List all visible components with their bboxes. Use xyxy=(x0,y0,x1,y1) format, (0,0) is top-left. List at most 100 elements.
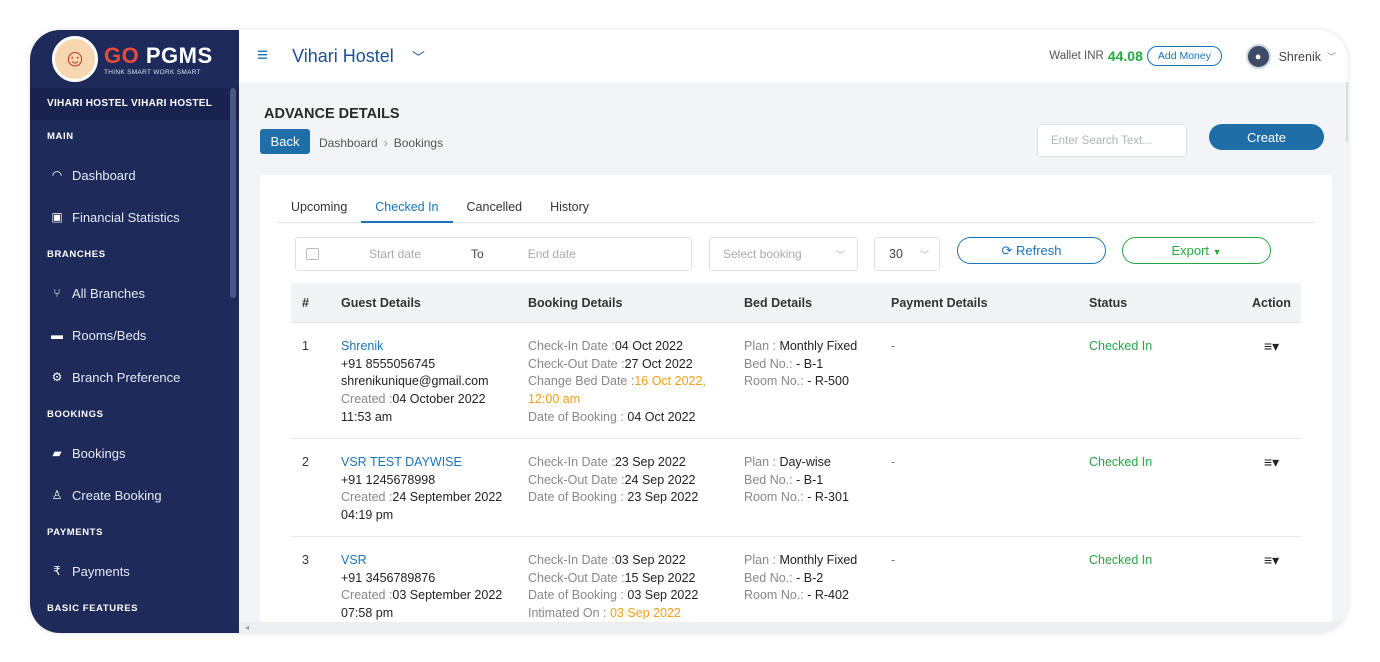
checkout-date: 27 Oct 2022 xyxy=(624,356,693,371)
guest-name-link[interactable]: VSR TEST DAYWISE xyxy=(341,454,502,472)
sidebar-item-branch-preference[interactable]: ⚙ Branch Preference xyxy=(30,356,239,398)
bed-icon: ▬ xyxy=(51,328,63,342)
tab-upcoming[interactable]: Upcoming xyxy=(277,196,361,223)
section-bookings: BOOKINGS xyxy=(47,409,104,420)
status-badge: Checked In xyxy=(1089,455,1153,469)
start-date-field[interactable]: Start date xyxy=(369,247,421,261)
breadcrumb-current: Bookings xyxy=(393,136,444,150)
sidebar-item-label: Rooms/Beds xyxy=(72,327,147,343)
book-icon: ▰ xyxy=(52,446,62,460)
table-header: # Guest Details Booking Details Bed Deta… xyxy=(291,283,1301,323)
guest-name-link[interactable]: VSR xyxy=(341,552,502,570)
bed-value: - B-1 xyxy=(796,356,824,371)
guest-details: VSR +91 3456789876 Created :03 September… xyxy=(341,552,502,623)
checkin-date: 03 Sep 2022 xyxy=(614,553,686,567)
hostel-title[interactable]: Vihari Hostel xyxy=(292,46,394,67)
sidebar-item-label: Bookings xyxy=(72,445,126,461)
payment-details: - xyxy=(891,339,896,353)
intimated-date: 03 Sep 2022 xyxy=(609,606,681,621)
created-time: 04:19 pm xyxy=(341,508,394,523)
created-date: 24 September 2022 xyxy=(392,490,503,505)
sidebar-item-payments[interactable]: ₹ Payments xyxy=(30,550,239,592)
checkout-date: 24 Sep 2022 xyxy=(624,472,696,487)
menu-icon[interactable]: ≡ xyxy=(257,45,268,67)
back-button[interactable]: Back xyxy=(260,129,310,154)
sidebar-item-all-branches[interactable]: ⑂ All Branches xyxy=(30,272,239,314)
export-button[interactable]: Export ▼ xyxy=(1122,237,1271,264)
breadcrumb-separator-icon: › xyxy=(383,136,388,150)
header-number: # xyxy=(302,296,309,310)
add-money-button[interactable]: Add Money xyxy=(1146,46,1222,66)
created-label: Created : xyxy=(341,588,393,603)
create-button[interactable]: Create xyxy=(1209,124,1324,150)
created-date: 04 October 2022 xyxy=(392,392,486,407)
action-menu-icon[interactable]: ≡▾ xyxy=(1264,338,1279,356)
guest-details: VSR TEST DAYWISE +91 1245678998 Created … xyxy=(341,454,502,525)
action-menu-icon[interactable]: ≡▾ xyxy=(1264,454,1279,472)
select-booking-dropdown[interactable]: Select booking ﹀ xyxy=(709,237,858,271)
user-menu[interactable]: ● Shrenik ﹀ xyxy=(1245,44,1336,69)
booking-details: Check-In Date :04 Oct 2022 Check-Out Dat… xyxy=(528,338,706,427)
bed-value: - B-1 xyxy=(796,472,824,487)
page-size-select[interactable]: 30 ﹀ xyxy=(874,237,940,271)
user-name: Shrenik xyxy=(1278,49,1321,64)
tab-history[interactable]: History xyxy=(536,196,603,223)
page-scrollbar[interactable] xyxy=(1346,82,1348,142)
section-branches: BRANCHES xyxy=(47,249,106,260)
app-frame: ☺ GO PGMS THINK SMART WORK SMART VIHARI … xyxy=(30,30,1348,633)
sidebar-item-create-booking[interactable]: ♙ Create Booking xyxy=(30,474,239,516)
room-label: Room No.: xyxy=(744,588,808,603)
scroll-left-icon[interactable]: ◂ xyxy=(245,623,249,632)
end-date-field[interactable]: End date xyxy=(528,247,576,261)
plan-label: Plan : xyxy=(744,553,780,567)
sidebar-item-rooms-beds[interactable]: ▬ Rooms/Beds xyxy=(30,314,239,356)
tab-checked-in[interactable]: Checked In xyxy=(361,196,453,223)
refresh-button[interactable]: ⟳ Refresh xyxy=(957,237,1106,264)
logo[interactable]: ☺ GO PGMS THINK SMART WORK SMART xyxy=(30,30,239,88)
logo-tagline: THINK SMART WORK SMART xyxy=(104,68,201,76)
dashboard-icon: ◠ xyxy=(51,168,63,182)
sidebar-item-financial-statistics[interactable]: ▣ Financial Statistics xyxy=(30,196,239,238)
breadcrumb-home[interactable]: Dashboard xyxy=(319,136,378,150)
change-bed-label: Change Bed Date : xyxy=(528,374,635,389)
select-booking-placeholder: Select booking xyxy=(723,247,802,261)
payment-details: - xyxy=(891,553,896,567)
plan-label: Plan : xyxy=(744,339,780,353)
mascot-icon: ☺ xyxy=(52,36,98,82)
checkin-label: Check-In Date : xyxy=(528,339,615,353)
change-bed-time: 12:00 am xyxy=(528,392,581,407)
created-time: 07:58 pm xyxy=(341,606,394,621)
status-badge: Checked In xyxy=(1089,339,1153,353)
booking-date-label: Date of Booking : xyxy=(528,588,628,603)
chevron-down-icon[interactable]: ﹀ xyxy=(412,47,425,66)
sidebar: ☺ GO PGMS THINK SMART WORK SMART VIHARI … xyxy=(30,30,239,633)
tabs: Upcoming Checked In Cancelled History xyxy=(277,196,1315,223)
header-guest-details: Guest Details xyxy=(341,296,421,310)
sidebar-scrollbar[interactable] xyxy=(230,88,236,298)
search-input[interactable] xyxy=(1037,124,1187,157)
tab-cancelled[interactable]: Cancelled xyxy=(453,196,537,223)
guest-email: shrenikunique@gmail.com xyxy=(341,374,489,389)
guest-phone: +91 3456789876 xyxy=(341,570,436,585)
header-booking-details: Booking Details xyxy=(528,296,623,310)
sidebar-item-dashboard[interactable]: ◠ Dashboard xyxy=(30,154,239,196)
booking-date: 03 Sep 2022 xyxy=(627,588,699,603)
horizontal-scrollbar[interactable]: ◂ xyxy=(239,622,1348,633)
bed-details: Plan : Day-wise Bed No.: - B-1 Room No.:… xyxy=(744,454,849,507)
plan-value: Monthly Fixed xyxy=(779,553,858,567)
topbar: ≡ Vihari Hostel ﹀ Wallet INR 44.08 Add M… xyxy=(239,30,1348,82)
sidebar-item-label: Branch Preference xyxy=(72,369,181,385)
checkin-label: Check-In Date : xyxy=(528,553,615,567)
sidebar-item-bookings[interactable]: ▰ Bookings xyxy=(30,432,239,474)
chevron-down-icon: ﹀ xyxy=(919,249,929,260)
avatar: ● xyxy=(1245,44,1271,69)
calendar-icon xyxy=(306,248,319,260)
intimated-label: Intimated On : xyxy=(528,606,610,621)
guest-phone: +91 1245678998 xyxy=(341,472,436,487)
bed-value: - B-2 xyxy=(796,570,824,585)
guest-name-link[interactable]: Shrenik xyxy=(341,338,488,356)
section-main: MAIN xyxy=(47,131,74,142)
action-menu-icon[interactable]: ≡▾ xyxy=(1264,552,1279,570)
room-value: - R-301 xyxy=(807,490,849,505)
checkin-label: Check-In Date : xyxy=(528,455,615,469)
